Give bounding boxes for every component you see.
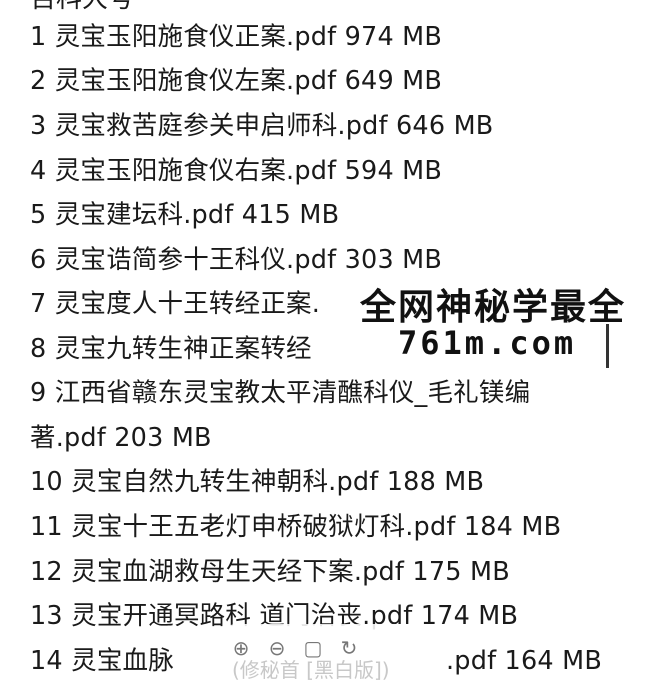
list-item: 1 灵宝玉阳施食仪正案.pdf 974 MB	[30, 22, 443, 52]
list-item: 3 灵宝救苦庭参关申启师科.pdf 646 MB	[30, 111, 494, 141]
image-viewer-toolbar: ⊕ ⊖ ▢ ↻ (修秘首 [黑白版])	[210, 624, 440, 684]
list-item: 12 灵宝血湖救母生天经下案.pdf 175 MB	[30, 557, 510, 587]
list-item-continuation: 著.pdf 203 MB	[30, 423, 212, 453]
watermark-divider	[606, 324, 609, 368]
list-item: 7 灵宝度人十王转经正案.	[30, 289, 321, 319]
list-item-tail: .pdf 164 MB	[446, 646, 603, 676]
list-item: 14 灵宝血脉	[30, 646, 174, 676]
list-item: 5 灵宝建坛科.pdf 415 MB	[30, 200, 340, 230]
list-item: 8 灵宝九转生神正案转经	[30, 334, 312, 364]
list-item: 2 灵宝玉阳施食仪左案.pdf 649 MB	[30, 66, 443, 96]
list-item: 10 灵宝自然九转生神朝科.pdf 188 MB	[30, 467, 485, 497]
list-item: 4 灵宝玉阳施食仪右案.pdf 594 MB	[30, 156, 443, 186]
watermark-title: 全网神秘学最全	[360, 287, 627, 328]
list-item: 6 灵宝诰简参十王科仪.pdf 303 MB	[30, 245, 443, 275]
watermark-url: 761m.com	[398, 324, 577, 362]
toolbar-overlay-text: (修秘首 [黑白版])	[232, 658, 390, 682]
header-cut-text: 百科大号	[30, 0, 134, 15]
list-item: 9 江西省赣东灵宝教太平清醮科仪_毛礼镁编	[30, 378, 531, 408]
list-item: 11 灵宝十王五老灯申桥破狱灯科.pdf 184 MB	[30, 512, 562, 542]
watermark: 全网神秘学最全 761m.com	[352, 272, 624, 370]
